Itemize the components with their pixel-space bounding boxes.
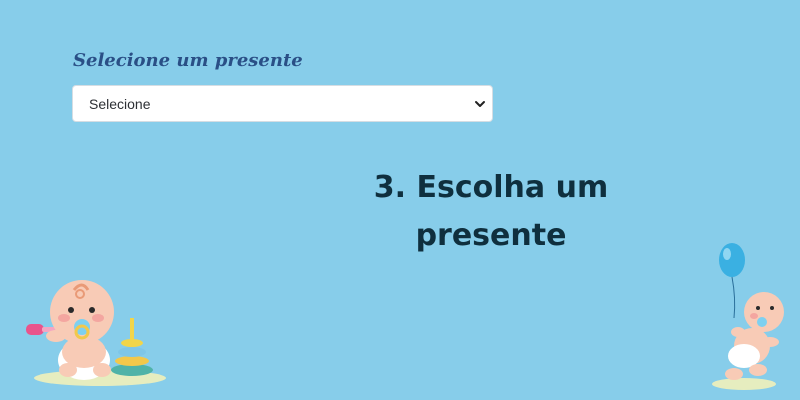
gift-select-label: Selecione um presente xyxy=(73,50,303,71)
baby-with-balloon-icon xyxy=(712,243,784,390)
chevron-down-icon xyxy=(475,101,485,107)
gift-select[interactable]: Selecione xyxy=(72,85,493,122)
baby-with-toy-rings-icon xyxy=(26,280,166,386)
page: { "form": { "label": "Selecione um prese… xyxy=(0,0,800,400)
gift-select-value: Selecione xyxy=(89,96,151,112)
step-title: 3. Escolha um presente xyxy=(373,170,609,253)
